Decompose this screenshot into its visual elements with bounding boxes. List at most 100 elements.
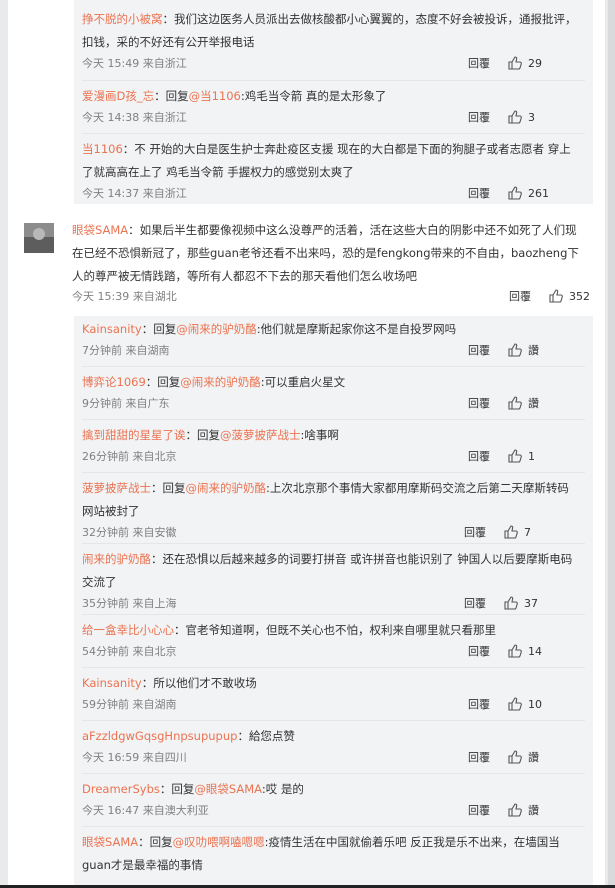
- reply-location: 来自浙江: [142, 111, 187, 124]
- reply-time: 7分钟前: [82, 344, 122, 357]
- reply-text: :啥事啊: [300, 428, 339, 442]
- reply-time: 59分钟前: [82, 698, 129, 711]
- reply-time: 今天 14:38: [82, 111, 140, 124]
- like-button[interactable]: 讚: [508, 341, 578, 361]
- reply-text: :鸡毛当令箭 真的是太形象了: [240, 89, 387, 103]
- mention-link[interactable]: @闹来的驴奶酪: [176, 322, 257, 336]
- comment-panel: 挣不脱的小被窝：我们这边医务人员派出去做核酸都小心翼翼的，态度不好会被投诉，通报…: [8, 0, 605, 888]
- reply-button[interactable]: 回覆: [464, 523, 486, 543]
- thumbs-up-icon: [508, 644, 522, 658]
- reply-author[interactable]: 眼袋SAMA: [82, 835, 138, 849]
- mention-link[interactable]: @菠萝披萨战士: [220, 428, 301, 442]
- like-button[interactable]: 讚: [508, 801, 578, 821]
- like-button[interactable]: 讚: [508, 394, 578, 414]
- reply-author[interactable]: 博弈论1069: [82, 375, 146, 389]
- reply-item: 当1106：不 开始的大白是医生护士奔赴疫区支援 现在的大白都是下面的狗腿子或者…: [82, 138, 582, 204]
- reply-text: :他们就是摩斯起家你这不是自投罗网吗: [256, 322, 457, 336]
- like-count: 10: [528, 698, 542, 711]
- like-button[interactable]: 261: [508, 184, 578, 204]
- reply-location: 来自湖南: [125, 344, 170, 357]
- reply-time: 35分钟前: [82, 597, 129, 610]
- avatar-image: [24, 223, 54, 253]
- reply-button[interactable]: 回覆: [468, 394, 490, 414]
- mention-link[interactable]: @当1106: [189, 89, 241, 103]
- reply-button[interactable]: 回覆: [468, 801, 490, 821]
- main-comment: 眼袋SAMA：如果后半生都要像视频中这么没尊严的活着，活在这些大白的阴影中还不如…: [72, 219, 597, 307]
- scrollbar[interactable]: [608, 0, 615, 888]
- mention-link[interactable]: @眼袋SAMA: [194, 782, 261, 796]
- reply-item: 闹来的驴奶酪：还在恐惧以后越来越多的词要打拼音 或许拼音也能识别了 钟国人以后要…: [82, 548, 578, 614]
- avatar[interactable]: [24, 223, 54, 253]
- reply-author[interactable]: 挣不脱的小被窝: [82, 12, 163, 26]
- reply-box: Kainsanity：回复@闹来的驴奶酪:他们就是摩斯起家你这不是自投罗网吗 7分…: [74, 316, 593, 888]
- reply-author[interactable]: DreamerSybs: [82, 782, 160, 796]
- thumbs-up-icon: [549, 289, 563, 303]
- reply-button[interactable]: 回覆: [468, 642, 490, 662]
- like-count: 讚: [528, 804, 539, 817]
- reply-location: 来自北京: [132, 450, 177, 463]
- reply-button[interactable]: 回覆: [468, 748, 490, 768]
- reply-button[interactable]: 回覆: [468, 54, 490, 74]
- mention-link[interactable]: @闹来的驴奶酪: [186, 481, 267, 495]
- thumbs-up-icon: [508, 449, 522, 463]
- thumbs-up-icon: [508, 110, 522, 124]
- like-button[interactable]: 352: [549, 287, 615, 307]
- like-button[interactable]: 1: [508, 447, 578, 467]
- like-button[interactable]: 29: [508, 54, 578, 74]
- reply-author[interactable]: 给一盒幸比小心心: [82, 623, 174, 637]
- like-button[interactable]: 14: [508, 642, 578, 662]
- reply-button[interactable]: 回覆: [509, 287, 531, 307]
- like-button[interactable]: 讚: [508, 748, 578, 768]
- reply-author[interactable]: Kainsanity: [82, 322, 142, 336]
- reply-time: 今天 15:49: [82, 57, 140, 70]
- reply-author[interactable]: 当1106: [82, 142, 123, 156]
- like-button[interactable]: 37: [504, 594, 574, 614]
- thumbs-up-icon: [508, 343, 522, 357]
- reply-location: 来自安徽: [132, 526, 177, 539]
- like-count: 1: [528, 450, 535, 463]
- reply-author[interactable]: 菠萝披萨战士: [82, 481, 151, 495]
- reply-location: 来自广东: [125, 397, 170, 410]
- like-count: 14: [528, 645, 542, 658]
- reply-time: 26分钟前: [82, 450, 129, 463]
- like-count: 29: [528, 57, 542, 70]
- reply-button[interactable]: 回覆: [468, 184, 490, 204]
- reply-author[interactable]: aFzzldgwGqsgHnpsupupup: [82, 729, 237, 743]
- reply-button[interactable]: 回覆: [468, 341, 490, 361]
- reply-button[interactable]: 回覆: [468, 447, 490, 467]
- like-button[interactable]: 3: [508, 108, 578, 128]
- reply-author[interactable]: Kainsanity: [82, 676, 142, 690]
- reply-time: 32分钟前: [82, 526, 129, 539]
- mention-link[interactable]: @叹叻喂啊嗑嗯嗯: [173, 835, 265, 849]
- thumbs-up-icon: [504, 596, 518, 610]
- thumbs-up-icon: [508, 697, 522, 711]
- reply-text: :哎 是的: [261, 782, 304, 796]
- reply-location: 来自北京: [132, 645, 177, 658]
- reply-time: 今天 14:37: [82, 187, 140, 200]
- reply-author[interactable]: 闹来的驴奶酪: [82, 552, 151, 566]
- like-button[interactable]: 7: [504, 523, 574, 543]
- reply-item: Kainsanity：所以他们才不敢收场 59分钟前 来自湖南 回覆 10: [82, 672, 582, 715]
- reply-button[interactable]: 回覆: [464, 594, 486, 614]
- like-count: 261: [528, 187, 549, 200]
- thumbs-up-icon: [508, 750, 522, 764]
- reply-text: ：不 开始的大白是医生护士奔赴疫区支援 现在的大白都是下面的狗腿子或者志愿者 穿…: [82, 142, 571, 179]
- reply-button[interactable]: 回覆: [468, 695, 490, 715]
- comment-location: 来自湖北: [132, 290, 177, 303]
- reply-button[interactable]: 回覆: [468, 108, 490, 128]
- mention-link[interactable]: @闹来的驴奶酪: [180, 375, 261, 389]
- reply-author[interactable]: 擒到甜甜的星星了诶: [82, 428, 186, 442]
- reply-location: 来自上海: [132, 597, 177, 610]
- thumbs-up-icon: [508, 186, 522, 200]
- reply-time: 今天 16:47: [82, 804, 140, 817]
- thumbs-up-icon: [508, 396, 522, 410]
- reply-author[interactable]: 爱漫画D孩_忘: [82, 89, 154, 103]
- reply-location: 来自浙江: [142, 57, 187, 70]
- comment-author[interactable]: 眼袋SAMA: [72, 223, 128, 237]
- like-count: 讚: [528, 397, 539, 410]
- reply-item: DreamerSybs：回复@眼袋SAMA:哎 是的 今天 16:47 来自澳大利…: [82, 778, 582, 821]
- like-button[interactable]: 10: [508, 695, 578, 715]
- thumbs-up-icon: [504, 525, 518, 539]
- reply-item: 菠萝披萨战士：回复@闹来的驴奶酪:上次北京那个事情大家都用摩斯码交流之后第二天摩…: [82, 477, 578, 543]
- comment-text: ：如果后半生都要像视频中这么没尊严的活着，活在这些大白的阴影中还不如死了人们现在…: [72, 223, 579, 283]
